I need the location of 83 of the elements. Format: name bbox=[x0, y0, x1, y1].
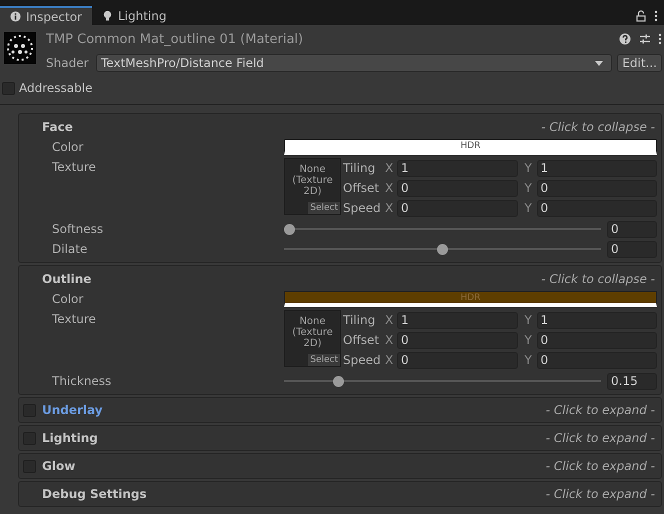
vector-label: Tiling bbox=[343, 161, 376, 175]
property-label: Dilate bbox=[51, 241, 88, 258]
shader-label: Shader bbox=[46, 56, 90, 70]
section-title[interactable]: Glow bbox=[42, 459, 540, 473]
expand-hint[interactable]: - Click to expand - bbox=[546, 403, 657, 417]
axis-label: Y bbox=[524, 201, 533, 215]
section-title[interactable]: Face bbox=[42, 120, 542, 134]
addressable-label: Addressable bbox=[19, 81, 92, 95]
axis-label: Y bbox=[524, 161, 533, 175]
color-swatch[interactable]: HDR bbox=[284, 139, 657, 155]
number-field[interactable]: 0 bbox=[397, 180, 518, 196]
axis-label: X bbox=[385, 333, 394, 347]
shader-dropdown[interactable]: TextMeshPro/Distance Field bbox=[96, 54, 612, 72]
addressable-checkbox[interactable] bbox=[2, 82, 15, 94]
axis-label: X bbox=[385, 313, 394, 327]
section-title[interactable]: Lighting bbox=[42, 431, 540, 445]
light-bulb-icon bbox=[102, 10, 113, 21]
more-options-icon[interactable] bbox=[654, 10, 658, 22]
section-title[interactable]: Underlay bbox=[42, 403, 540, 417]
section-panel[interactable]: Debug Settings - Click to expand - bbox=[18, 481, 662, 507]
number-field[interactable]: 0 bbox=[397, 352, 518, 368]
axis-label: Y bbox=[524, 353, 533, 367]
texture-slot[interactable]: None (Texture 2D) Select bbox=[284, 158, 341, 215]
axis-label: X bbox=[385, 181, 394, 195]
info-icon bbox=[10, 11, 21, 22]
slider-thumb[interactable] bbox=[284, 224, 295, 234]
number-field[interactable]: 0 bbox=[607, 220, 657, 238]
collapse-hint[interactable]: - Click to collapse - bbox=[541, 120, 657, 134]
vector-label: Offset bbox=[343, 181, 380, 195]
number-field[interactable]: 1 bbox=[536, 312, 657, 328]
slider-thumb[interactable] bbox=[332, 376, 344, 386]
slider-thumb[interactable] bbox=[437, 244, 448, 254]
sliders-icon[interactable] bbox=[639, 33, 651, 45]
number-field[interactable]: 0 bbox=[397, 332, 518, 348]
vector-label: Speed bbox=[343, 201, 382, 215]
section-title[interactable]: Debug Settings bbox=[42, 487, 540, 501]
expand-hint[interactable]: - Click to expand - bbox=[546, 431, 657, 445]
axis-label: X bbox=[385, 353, 394, 367]
expand-hint[interactable]: - Click to expand - bbox=[546, 459, 657, 473]
tab[interactable]: Inspector bbox=[0, 6, 92, 25]
number-field[interactable]: 0.15 bbox=[607, 372, 657, 390]
expand-hint[interactable]: - Click to expand - bbox=[546, 487, 657, 501]
number-field[interactable]: 0 bbox=[536, 180, 657, 196]
vector-label: Speed bbox=[343, 353, 382, 367]
property-label: Color bbox=[51, 139, 84, 156]
texture-name: None (Texture 2D) bbox=[291, 315, 334, 351]
texture-slot[interactable]: None (Texture 2D) Select bbox=[284, 310, 341, 367]
number-field[interactable]: 1 bbox=[397, 312, 518, 328]
section-panel[interactable]: Lighting - Click to expand - bbox=[18, 425, 662, 451]
number-field[interactable]: 0 bbox=[536, 200, 657, 216]
tab[interactable]: Lighting bbox=[92, 6, 176, 25]
vector-label: Tiling bbox=[343, 313, 376, 327]
number-field[interactable]: 0 bbox=[397, 200, 518, 216]
caret-icon bbox=[595, 60, 604, 66]
number-field[interactable]: 0 bbox=[536, 352, 657, 368]
section-panel[interactable]: Glow - Click to expand - bbox=[18, 453, 662, 479]
axis-label: Y bbox=[524, 333, 533, 347]
property-label: Color bbox=[51, 291, 84, 308]
number-field[interactable]: 1 bbox=[536, 160, 657, 176]
number-field[interactable]: 0 bbox=[607, 240, 657, 258]
select-button[interactable]: Select bbox=[308, 354, 340, 366]
axis-label: Y bbox=[524, 181, 533, 195]
material-title: TMP Common Mat_outline 01 (Material) bbox=[46, 32, 304, 46]
collapse-hint[interactable]: - Click to collapse - bbox=[541, 272, 657, 286]
section-panel[interactable]: Underlay - Click to expand - bbox=[18, 397, 662, 423]
number-field[interactable]: 1 bbox=[397, 160, 518, 176]
property-label: Texture bbox=[51, 159, 97, 176]
property-label: Softness bbox=[51, 221, 104, 238]
property-label: Texture bbox=[51, 311, 97, 328]
axis-label: Y bbox=[524, 313, 533, 327]
more-options-icon[interactable] bbox=[658, 33, 662, 45]
edit-button[interactable]: Edit... bbox=[617, 54, 662, 72]
texture-name: None (Texture 2D) bbox=[291, 163, 334, 199]
number-field[interactable]: 0 bbox=[536, 332, 657, 348]
lock-icon[interactable] bbox=[635, 10, 647, 22]
material-preview-icon bbox=[4, 32, 36, 64]
axis-label: X bbox=[385, 201, 394, 215]
help-icon[interactable] bbox=[619, 33, 631, 45]
section-title[interactable]: Outline bbox=[42, 272, 542, 286]
axis-label: X bbox=[385, 161, 394, 175]
vector-label: Offset bbox=[343, 333, 380, 347]
select-button[interactable]: Select bbox=[308, 202, 340, 214]
property-label: Thickness bbox=[51, 373, 112, 390]
